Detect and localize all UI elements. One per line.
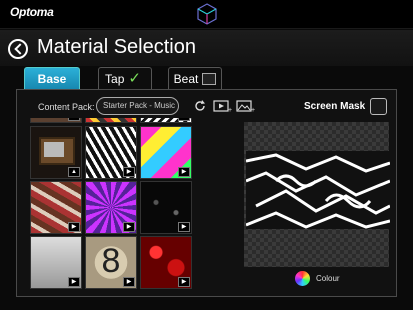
top-bar: Optoma <box>0 0 413 29</box>
thumbnail-partial-3[interactable]: ▲ <box>140 118 192 123</box>
tab-base-label: Base <box>37 71 67 86</box>
play-icon: ▶ <box>123 277 135 287</box>
image-icon: ▲ <box>178 118 190 121</box>
thumbnail-countdown[interactable]: 8 ▶ <box>85 236 137 289</box>
play-icon: ▶ <box>178 167 190 177</box>
thumbnail-partial-1[interactable]: ▲ <box>30 118 82 123</box>
thumbnail-red-brown-collage[interactable]: ▶ <box>30 181 82 234</box>
image-icon: ▲ <box>68 118 80 121</box>
play-icon: ▶ <box>68 222 80 232</box>
refresh-icon[interactable] <box>193 99 207 113</box>
thumbnail-grey-static[interactable]: ▶ <box>30 236 82 289</box>
checkmark-icon: ✓ <box>128 70 141 87</box>
thumbnail-partial-2[interactable] <box>85 118 137 123</box>
checkbox-icon <box>202 72 217 85</box>
countdown-number: 8 <box>101 242 121 280</box>
tab-tap-label: Tap <box>105 71 125 86</box>
play-icon: ▶ <box>178 277 190 287</box>
tab-tap[interactable]: Tap ✓ <box>98 67 152 89</box>
thumbnail-grid: ▲ ▲ ▲ ▶ ▶ ▶ ▶ ▶ ▶ 8 ▶ ▶ <box>30 118 193 291</box>
optoma-logo: Optoma <box>10 5 54 19</box>
tab-beat[interactable]: Beat <box>168 67 222 89</box>
content-pack-label: Content Pack: <box>38 102 95 112</box>
screen-mask-checkbox[interactable] <box>370 98 387 115</box>
thumbnail-black-white-swirl[interactable]: ▶ <box>85 126 137 179</box>
cube-icon[interactable] <box>197 3 217 25</box>
colour-label: Colour <box>316 274 340 283</box>
svg-text:+: + <box>228 107 232 113</box>
svg-text:+: + <box>251 107 255 113</box>
image-icon: ▲ <box>68 167 80 177</box>
play-icon: ▶ <box>123 167 135 177</box>
screen-mask-label: Screen Mask <box>304 101 366 112</box>
add-image-icon[interactable]: + <box>236 99 256 113</box>
play-icon: ▶ <box>178 222 190 232</box>
play-icon: ▶ <box>123 222 135 232</box>
play-icon: ▶ <box>68 277 80 287</box>
thumbnail-purple-rays[interactable]: ▶ <box>85 181 137 234</box>
colour-wheel-icon[interactable] <box>295 271 310 286</box>
back-button[interactable] <box>8 39 28 59</box>
thumbnail-red-hearts[interactable]: ▶ <box>140 236 192 289</box>
preview-image <box>246 151 390 229</box>
thumbnail-tv[interactable]: ▲ <box>30 126 82 179</box>
thumbnail-black-particles[interactable]: ▶ <box>140 181 192 234</box>
add-video-icon[interactable]: + <box>213 99 233 113</box>
tab-beat-label: Beat <box>173 71 199 86</box>
page-title: Material Selection <box>37 36 196 58</box>
thumbnail-neon-shapes[interactable]: ▶ <box>140 126 192 179</box>
content-pack-value: Starter Pack - Music <box>103 101 176 110</box>
tab-base[interactable]: Base <box>24 67 80 89</box>
content-pack-select[interactable]: Starter Pack - Music <box>96 97 179 115</box>
tv-icon <box>39 137 75 165</box>
preview-swirl-graphic <box>246 151 390 229</box>
